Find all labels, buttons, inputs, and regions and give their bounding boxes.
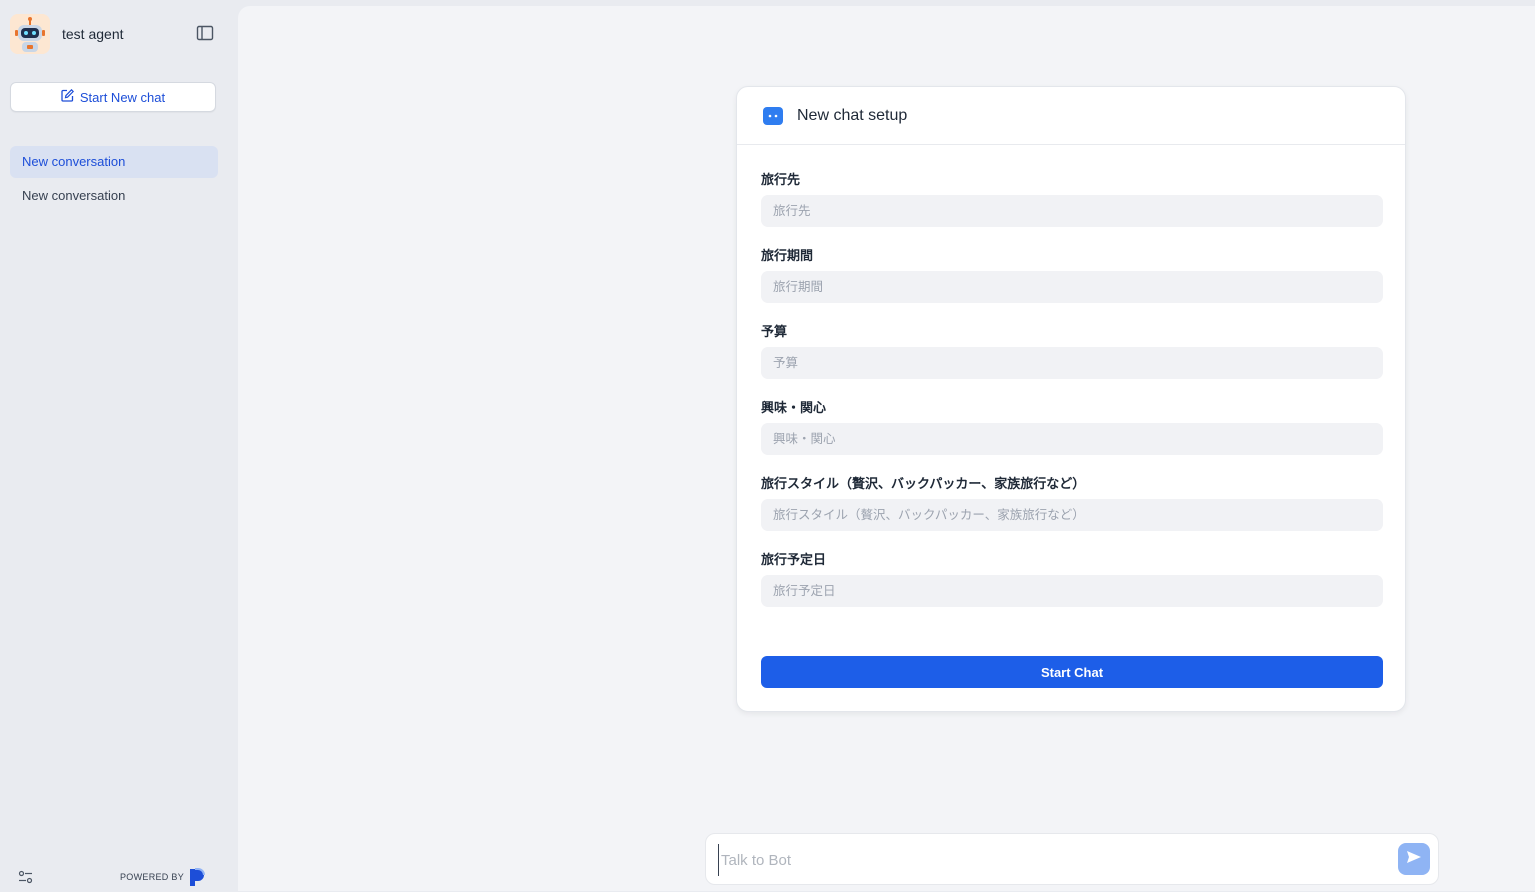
card-title: New chat setup xyxy=(797,106,908,124)
start-chat-button[interactable]: Start Chat xyxy=(761,656,1383,688)
brand-logo-icon[interactable] xyxy=(188,867,206,887)
field-label: 旅行予定日 xyxy=(761,552,827,567)
powered-by-text: POWERED BY xyxy=(120,872,185,882)
travel-date-input[interactable] xyxy=(761,575,1383,607)
travel-style-input[interactable] xyxy=(761,499,1383,531)
conversation-item[interactable]: New conversation xyxy=(10,180,218,212)
field-label: 興味・関心 xyxy=(761,400,827,415)
agent-header: test agent xyxy=(10,14,228,54)
message-input[interactable] xyxy=(718,844,1383,876)
message-composer xyxy=(705,833,1439,885)
sliders-icon[interactable] xyxy=(18,870,34,884)
field-label: 旅行スタイル（贅沢、バックパッカー、家族旅行など） xyxy=(761,476,1086,491)
field-destination: 旅行先 xyxy=(761,171,1383,247)
field-budget: 予算 xyxy=(761,323,1383,399)
field-travel-style: 旅行スタイル（贅沢、バックパッカー、家族旅行など） xyxy=(761,475,1383,551)
chat-setup-card: New chat setup 旅行先 旅行期間 予算 興味・関心 旅行スタイル（… xyxy=(736,86,1406,712)
field-label: 旅行先 xyxy=(761,172,801,187)
send-icon xyxy=(1406,850,1422,869)
duration-input[interactable] xyxy=(761,271,1383,303)
start-new-chat-button[interactable]: Start New chat xyxy=(10,82,216,112)
agent-name: test agent xyxy=(62,26,124,42)
field-interests: 興味・関心 xyxy=(761,399,1383,475)
field-duration: 旅行期間 xyxy=(761,247,1383,323)
card-header: New chat setup xyxy=(737,87,1405,145)
sidebar-footer: POWERED BY xyxy=(18,866,218,888)
sidebar: test agent Start New chat New conversati… xyxy=(0,0,238,891)
interests-input[interactable] xyxy=(761,423,1383,455)
field-travel-date: 旅行予定日 xyxy=(761,551,1383,627)
bot-icon xyxy=(763,106,783,125)
conversation-list: New conversation New conversation xyxy=(10,146,218,214)
destination-input[interactable] xyxy=(761,195,1383,227)
conversation-item[interactable]: New conversation xyxy=(10,146,218,178)
start-new-chat-label: Start New chat xyxy=(79,89,166,105)
send-button[interactable] xyxy=(1398,843,1430,875)
setup-fields: 旅行先 旅行期間 予算 興味・関心 旅行スタイル（贅沢、バックパッカー、家族旅行… xyxy=(761,171,1383,627)
agent-avatar xyxy=(10,14,50,54)
sidebar-toggle-icon[interactable] xyxy=(196,25,214,41)
field-label: 旅行期間 xyxy=(761,248,814,263)
main-area: New chat setup 旅行先 旅行期間 予算 興味・関心 旅行スタイル（… xyxy=(238,6,1535,891)
field-label: 予算 xyxy=(761,324,788,339)
edit-icon xyxy=(61,88,74,105)
budget-input[interactable] xyxy=(761,347,1383,379)
